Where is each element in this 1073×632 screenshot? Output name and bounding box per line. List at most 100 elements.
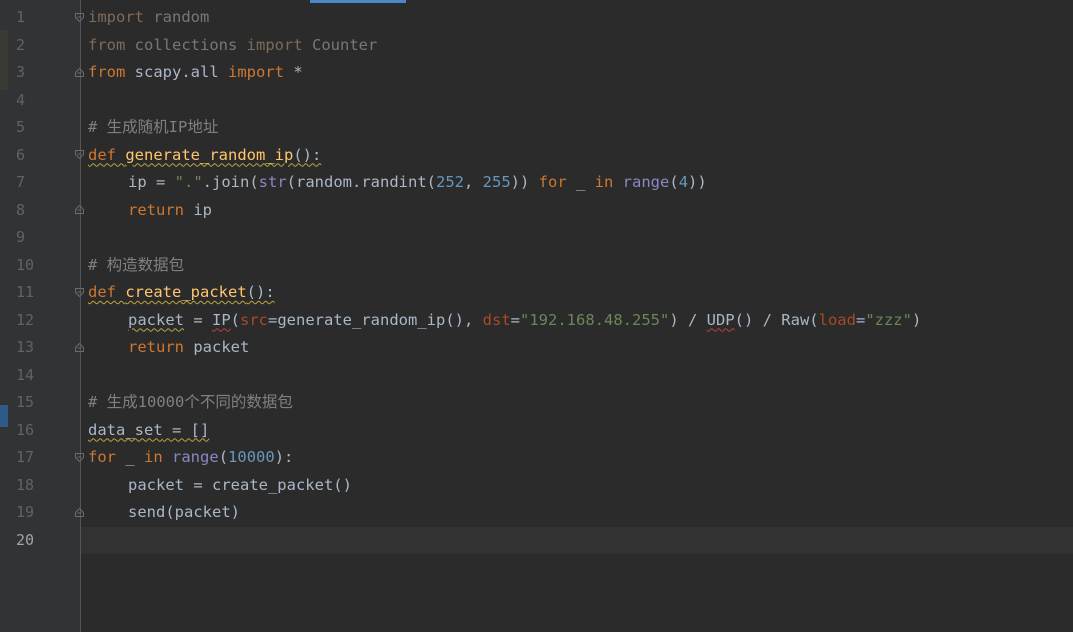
keyword: for <box>538 173 567 191</box>
keyword: return <box>128 200 184 219</box>
line-number: 11 <box>16 283 35 301</box>
code-text: )) <box>510 173 539 191</box>
code-line-18[interactable]: packet = create_packet() <box>88 472 1073 500</box>
line-number: 10 <box>16 255 35 274</box>
line-number: 6 <box>16 145 26 164</box>
code-line-1[interactable]: import random <box>88 4 1073 32</box>
code-line-20[interactable] <box>88 527 1073 555</box>
code-line-14[interactable] <box>88 362 1073 390</box>
code-line-7[interactable]: ip = ".".join(str(random.randint(252, 25… <box>88 169 1073 197</box>
code-text: = [] <box>162 420 210 439</box>
fold-close-icon[interactable] <box>75 68 84 77</box>
code-text: )) <box>688 173 707 191</box>
code-line-9[interactable] <box>88 224 1073 252</box>
code-text: = <box>184 310 212 329</box>
code-text: packet <box>184 338 250 356</box>
code-line-13[interactable]: return packet <box>88 334 1073 362</box>
code-text: send(packet) <box>128 503 240 521</box>
builtin: range <box>622 173 670 191</box>
code-line-3[interactable]: from scapy.all import * <box>88 59 1073 87</box>
variable: data_set <box>88 420 163 439</box>
code-line-15[interactable]: # 生成10000个不同的数据包 <box>88 389 1073 417</box>
line-number: 4 <box>16 90 26 109</box>
code-line-10[interactable]: # 构造数据包 <box>88 252 1073 280</box>
code-text: _ <box>566 173 595 191</box>
code-line-11[interactable]: def create_packet(): <box>88 279 1073 307</box>
code-text: packet = create_packet() <box>128 475 352 494</box>
line-number: 16 <box>16 420 35 439</box>
fold-open-icon[interactable] <box>75 288 84 297</box>
number: 252 <box>435 173 464 191</box>
code-text: _ <box>116 448 144 466</box>
line-number: 18 <box>16 475 35 494</box>
builtin: range <box>172 448 219 466</box>
fold-open-icon[interactable] <box>75 453 84 462</box>
fold-close-icon[interactable] <box>75 343 84 352</box>
keyword: import <box>246 35 303 54</box>
code-line-2[interactable]: from collections import Counter <box>88 32 1073 60</box>
code-line-5[interactable]: # 生成随机IP地址 <box>88 114 1073 142</box>
code-line-8[interactable]: return ip <box>88 197 1073 225</box>
code-line-19[interactable]: send(packet) <box>88 499 1073 527</box>
code-text: ) <box>911 310 922 329</box>
code-text: Counter <box>302 35 378 54</box>
code-text: = <box>855 310 866 329</box>
fold-open-icon[interactable] <box>75 13 84 22</box>
code-text: .join( <box>202 173 259 191</box>
keyword: return <box>128 338 184 356</box>
comment: # 构造数据包 <box>88 255 185 274</box>
code-line-12[interactable]: packet = IP(src=generate_random_ip(), ds… <box>88 307 1073 335</box>
code-text: ( <box>669 173 679 191</box>
line-number-current: 20 <box>16 530 35 549</box>
number: 4 <box>678 173 689 191</box>
function-name: create_packet <box>125 283 247 301</box>
line-number: 12 <box>16 310 35 329</box>
keyword: import <box>227 63 284 81</box>
code-text: collections <box>125 35 247 54</box>
code-line-4[interactable] <box>88 87 1073 115</box>
fold-close-icon[interactable] <box>75 205 84 214</box>
code-text: ): <box>274 448 294 466</box>
code-line-6[interactable]: def generate_random_ip(): <box>88 142 1073 170</box>
keyword: def <box>88 283 116 301</box>
fold-close-icon[interactable] <box>75 508 84 517</box>
fold-open-icon[interactable] <box>75 150 84 159</box>
line-number: 14 <box>16 365 35 384</box>
line-number: 15 <box>16 393 35 411</box>
function-name: generate_random_ip <box>125 145 294 164</box>
number: 255 <box>482 173 511 191</box>
keyword: in <box>144 448 163 466</box>
keyword: def <box>88 145 116 164</box>
string: "zzz" <box>865 310 912 329</box>
keyword: for <box>88 448 116 466</box>
code-text: ) / <box>669 310 707 329</box>
line-number: 1 <box>16 8 26 26</box>
code-text: UDP <box>706 310 735 329</box>
code-text: * <box>283 63 303 81</box>
code-text: ( <box>230 310 241 329</box>
line-number: 3 <box>16 63 26 81</box>
line-number: 7 <box>16 173 26 191</box>
line-number: 5 <box>16 118 26 136</box>
line-numbers: 1 2 3 4 5 6 7 8 9 10 11 12 13 14 15 16 1… <box>8 4 42 554</box>
active-tab-indicator <box>310 0 406 3</box>
code-line-17[interactable]: for _ in range(10000): <box>88 444 1073 472</box>
code-line-16[interactable]: data_set = [] <box>88 417 1073 445</box>
change-marker <box>0 30 8 90</box>
code-text: ( <box>218 448 229 466</box>
parameter: load <box>818 310 856 329</box>
keyword: import <box>88 8 144 26</box>
code-text: (): <box>246 283 275 301</box>
code-text: , <box>463 173 483 191</box>
string: "192.168.48.255" <box>520 310 670 329</box>
code-editor[interactable]: 1 2 3 4 5 6 7 8 9 10 11 12 13 14 15 16 1… <box>0 0 1073 632</box>
line-number: 2 <box>16 35 26 54</box>
code-text: = <box>510 310 520 329</box>
variable: packet <box>128 310 184 329</box>
string: "." <box>174 173 203 191</box>
code-area[interactable]: import random from collections import Co… <box>88 4 1073 554</box>
editor-side-strip <box>0 0 8 632</box>
line-number: 13 <box>16 338 35 356</box>
